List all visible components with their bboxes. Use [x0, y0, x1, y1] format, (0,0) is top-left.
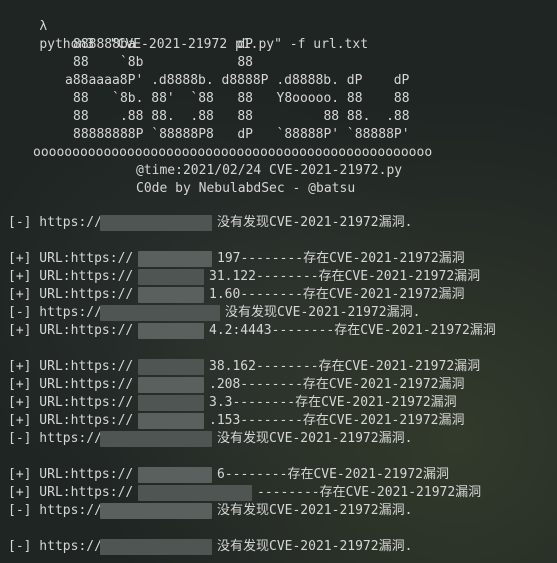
row-prefix: [+] URL:https://	[8, 287, 134, 302]
banner-divider: oooooooooooooooooooooooooooooooooooooooo…	[33, 145, 433, 160]
redaction-block	[138, 377, 204, 393]
result-row-tail: 没有发现CVE-2021-21972漏洞.	[217, 215, 413, 230]
row-prefix: [+] URL:https://	[8, 269, 134, 284]
row-prefix: [-] https://	[8, 503, 102, 518]
redaction-block	[100, 431, 212, 447]
redaction-block	[138, 467, 212, 483]
row-prefix: [+] URL:https://	[8, 323, 134, 338]
terminal-window[interactable]: λ python3 "CVE-2021-21972 p1.py" -f url.…	[0, 0, 557, 563]
redaction-block	[138, 485, 252, 501]
redaction-block	[100, 503, 212, 519]
redaction-block	[138, 287, 204, 303]
result-row: [+] URL:https://	[8, 412, 133, 430]
result-row-tail: 4.2:4443--------存在CVE-2021-21972漏洞	[209, 323, 496, 338]
result-row: [-] https://	[8, 304, 102, 322]
result-row-tail: --------存在CVE-2021-21972漏洞	[257, 485, 482, 500]
result-row: [-] https://	[8, 430, 102, 448]
prompt-symbol: λ	[39, 19, 48, 34]
result-row: [+] URL:https://	[8, 286, 133, 304]
result-row: [-] https://	[8, 502, 102, 520]
redaction-block	[138, 251, 212, 267]
result-row-tail: 1.60--------存在CVE-2021-21972漏洞	[209, 287, 465, 302]
row-prefix: [+] URL:https://	[8, 251, 134, 266]
result-row-tail: 31.122--------存在CVE-2021-21972漏洞	[209, 269, 481, 284]
result-row-tail: .208--------存在CVE-2021-21972漏洞	[209, 377, 465, 392]
result-row: [+] URL:https://	[8, 358, 133, 376]
row-prefix: [+] URL:https://	[8, 377, 134, 392]
redaction-block	[100, 539, 212, 555]
row-prefix: [-] https://	[8, 539, 102, 554]
banner-credit: C0de by NebulabdSec - @batsu	[136, 181, 356, 196]
banner-line: 88 `8b 88	[73, 55, 254, 70]
redaction-block	[138, 413, 204, 429]
result-row: [-] https://	[8, 214, 102, 232]
row-prefix: [+] URL:https://	[8, 359, 134, 374]
result-row: [+] URL:https://	[8, 394, 133, 412]
row-prefix: [+] URL:https://	[8, 485, 134, 500]
banner-line: 888888ba dP	[73, 37, 254, 52]
command-prompt: λ python3 "CVE-2021-21972 p1.py" -f url.…	[8, 0, 368, 52]
row-prefix: [-] https://	[8, 215, 102, 230]
row-prefix: [-] https://	[8, 305, 102, 320]
redaction-block	[138, 359, 204, 375]
result-row: [+] URL:https://	[8, 322, 133, 340]
result-row-tail: 没有发现CVE-2021-21972漏洞.	[217, 539, 413, 554]
row-prefix: [+] URL:https://	[8, 395, 134, 410]
result-row: [+] URL:https://	[8, 250, 133, 268]
result-row-tail: 3.3--------存在CVE-2021-21972漏洞	[209, 395, 457, 410]
result-row: [+] URL:https://	[8, 376, 133, 394]
result-row-tail: 38.162--------存在CVE-2021-21972漏洞	[209, 359, 481, 374]
banner-time: @time:2021/02/24 CVE-2021-21972.py	[136, 163, 403, 178]
redaction-block	[100, 215, 212, 231]
redaction-block	[100, 305, 220, 321]
result-row: [-] https://	[8, 538, 102, 556]
redaction-block	[138, 323, 204, 339]
row-prefix: [-] https://	[8, 431, 102, 446]
result-row: [+] URL:https://	[8, 484, 133, 502]
result-row-tail: .153--------存在CVE-2021-21972漏洞	[209, 413, 465, 428]
banner-line: 88 .88 88. .88 88 88 88. .88	[73, 109, 410, 124]
result-row-tail: 没有发现CVE-2021-21972漏洞.	[225, 305, 421, 320]
result-row-tail: 没有发现CVE-2021-21972漏洞.	[217, 431, 413, 446]
result-row-tail: 没有发现CVE-2021-21972漏洞.	[217, 503, 413, 518]
result-row: [+] URL:https://	[8, 268, 133, 286]
row-prefix: [+] URL:https://	[8, 467, 134, 482]
banner-line: a88aaaa8P' .d8888b. d8888P .d8888b. dP d…	[65, 73, 410, 88]
redaction-block	[138, 269, 204, 285]
result-row: [+] URL:https://	[8, 466, 133, 484]
redaction-block	[138, 395, 204, 411]
result-row-tail: 197--------存在CVE-2021-21972漏洞	[217, 251, 465, 266]
banner-line: 88888888P `88888P8 dP `88888P' `88888P'	[73, 127, 410, 142]
row-prefix: [+] URL:https://	[8, 413, 134, 428]
result-row-tail: 6--------存在CVE-2021-21972漏洞	[217, 467, 450, 482]
banner-line: 88 `8b. 88' `88 88 Y8ooooo. 88 88	[73, 91, 410, 106]
